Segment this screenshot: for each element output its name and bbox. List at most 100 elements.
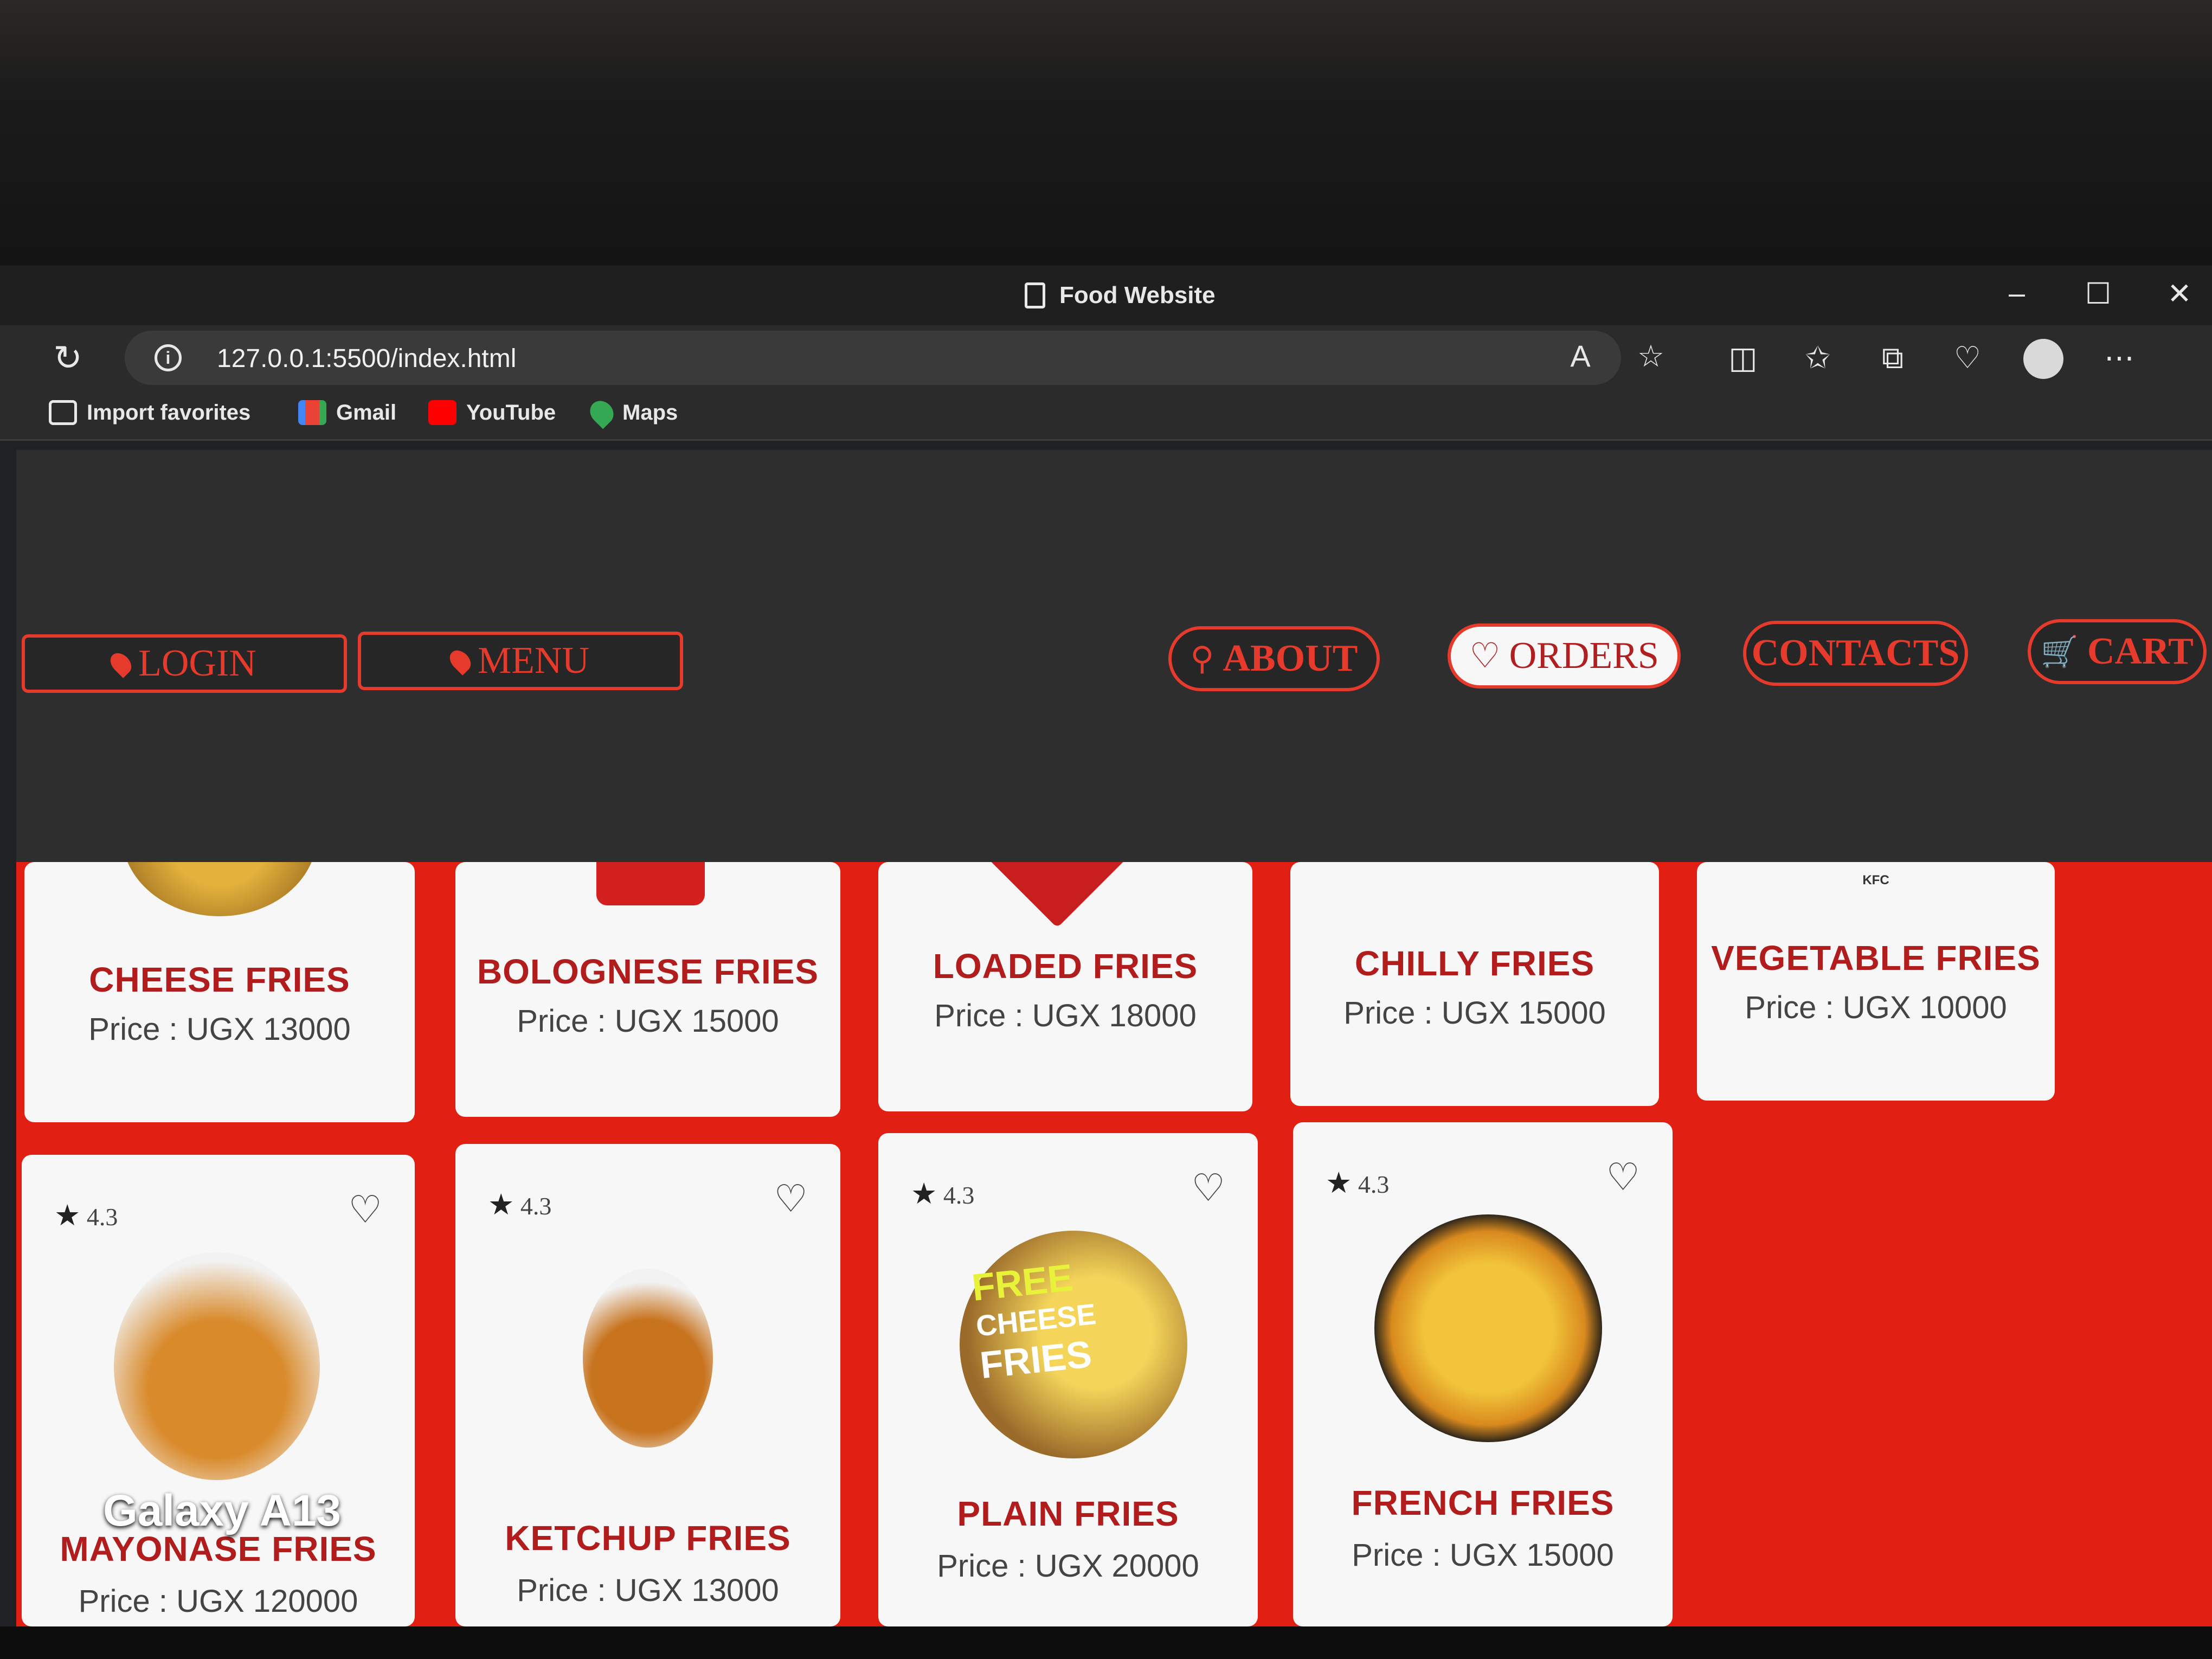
contacts-label: CONTACTS: [1751, 632, 1960, 674]
food-image: [114, 1252, 320, 1480]
favorite-heart-icon[interactable]: ♡: [1606, 1155, 1640, 1199]
favorite-heart-icon[interactable]: ♡: [774, 1176, 808, 1221]
star-icon: ★: [488, 1188, 515, 1221]
maps-icon: [585, 396, 619, 429]
more-options-icon[interactable]: ⋯: [2100, 339, 2138, 377]
menu-card[interactable]: KFC VEGETABLE FRIES Price : UGX 10000: [1697, 862, 2055, 1101]
web-page: LOGIN MENU ⚲ ABOUT ♡ ORDERS CONTACTS 🛒 C…: [16, 450, 2212, 1626]
rating: ★ 4.3: [911, 1176, 974, 1211]
menu-button[interactable]: MENU: [358, 632, 683, 690]
address-bar-actions: A ☆: [1561, 337, 1670, 375]
read-aloud-icon[interactable]: A: [1561, 337, 1599, 375]
item-name: PLAIN FRIES: [957, 1494, 1179, 1533]
login-button[interactable]: LOGIN: [22, 634, 347, 693]
camera-watermark: Galaxy A13: [103, 1486, 342, 1535]
food-image: [1374, 1214, 1602, 1442]
window-controls: – ☐ ✕: [2001, 276, 2212, 311]
browser-essentials-icon[interactable]: ♡: [1949, 339, 1986, 377]
minimize-button[interactable]: –: [2001, 276, 2033, 311]
favorites-icon[interactable]: ✩: [1799, 339, 1837, 377]
bookmark-youtube[interactable]: YouTube: [428, 400, 556, 425]
kfc-logo: KFC: [1862, 873, 1889, 888]
item-price: Price : UGX 13000: [88, 1012, 351, 1047]
menu-card[interactable]: BOLOGNESE FRIES Price : UGX 15000: [455, 862, 840, 1117]
promo-line: FRIES: [978, 1333, 1094, 1387]
about-button[interactable]: ⚲ ABOUT: [1168, 626, 1380, 691]
food-image: [596, 862, 705, 905]
menu-card[interactable]: ★ 4.3 ♡ FREE CHEESE FRIES PLAIN FRIES Pr…: [878, 1133, 1258, 1626]
rating: ★ 4.3: [1326, 1166, 1389, 1200]
favorite-heart-icon[interactable]: ♡: [1191, 1166, 1225, 1210]
rating-value: 4.3: [943, 1181, 975, 1209]
bookmark-label: Gmail: [336, 400, 397, 425]
cart-button[interactable]: 🛒 CART: [2028, 619, 2207, 684]
rating-value: 4.3: [1358, 1171, 1390, 1198]
bookmark-maps[interactable]: Maps: [585, 396, 678, 429]
orders-label: ORDERS: [1509, 635, 1659, 677]
star-icon: ★: [911, 1178, 937, 1210]
heart-icon: ♡: [1469, 636, 1501, 675]
rating: ★ 4.3: [54, 1198, 118, 1232]
location-pin-icon: [106, 649, 136, 678]
address-bar[interactable]: i 127.0.0.1:5500/index.html: [125, 331, 1621, 385]
bookmark-gmail[interactable]: Gmail: [298, 400, 396, 425]
bookmark-import-favorites[interactable]: Import favorites: [49, 400, 250, 425]
item-name: CHEESE FRIES: [89, 960, 350, 999]
menu-card[interactable]: CHEESE FRIES Price : UGX 13000: [24, 862, 415, 1122]
split-screen-icon[interactable]: ◫: [1724, 339, 1762, 377]
photo-background: [0, 0, 2212, 266]
title-bar: Food Website – ☐ ✕: [0, 266, 2212, 325]
window-title-text: Food Website: [1059, 282, 1216, 308]
favorite-heart-icon[interactable]: ♡: [348, 1187, 382, 1232]
item-price: Price : UGX 15000: [1352, 1538, 1614, 1573]
food-image: [583, 1269, 713, 1448]
url-text[interactable]: 127.0.0.1:5500/index.html: [217, 344, 516, 374]
contacts-button[interactable]: CONTACTS: [1743, 621, 1968, 686]
cart-label: CART: [2087, 631, 2194, 672]
rating-value: 4.3: [520, 1192, 552, 1220]
item-price: Price : UGX 20000: [937, 1548, 1199, 1584]
item-price: Price : UGX 13000: [517, 1573, 779, 1608]
folder-import-icon: [49, 400, 77, 425]
window-title: Food Website: [1025, 276, 1216, 314]
menu-label: MENU: [477, 640, 590, 681]
document-icon: [1025, 282, 1045, 308]
item-price: Price : UGX 10000: [1745, 990, 2007, 1025]
food-image: [980, 862, 1134, 928]
item-name: KETCHUP FRIES: [505, 1519, 791, 1558]
item-price: Price : UGX 120000: [78, 1584, 358, 1619]
rating-value: 4.3: [86, 1203, 118, 1231]
favorite-star-icon[interactable]: ☆: [1632, 337, 1670, 375]
star-icon: ★: [1326, 1167, 1352, 1199]
food-image: FREE CHEESE FRIES: [960, 1231, 1187, 1458]
toolbar-icons: ◫ ✩ ⧉ ♡ ⋯: [1724, 339, 2138, 379]
item-price: Price : UGX 15000: [517, 1004, 779, 1039]
food-image: [122, 862, 317, 916]
menu-card[interactable]: LOADED FRIES Price : UGX 18000: [878, 862, 1252, 1111]
monitor-bezel: [0, 1626, 2212, 1659]
item-name: BOLOGNESE FRIES: [477, 952, 819, 991]
item-price: Price : UGX 15000: [1343, 995, 1606, 1031]
menu-card[interactable]: ★ 4.3 ♡ FRENCH FRIES Price : UGX 15000: [1293, 1122, 1673, 1626]
close-button[interactable]: ✕: [2163, 276, 2196, 311]
collections-icon[interactable]: ⧉: [1874, 339, 1912, 377]
bookmark-label: YouTube: [466, 400, 556, 425]
menu-card[interactable]: CHILLY FRIES Price : UGX 15000: [1290, 862, 1659, 1106]
about-label: ABOUT: [1223, 638, 1358, 679]
profile-avatar[interactable]: [2023, 339, 2063, 379]
promo-text: FREE CHEESE FRIES: [970, 1256, 1098, 1387]
login-label: LOGIN: [138, 642, 256, 684]
youtube-icon: [428, 400, 456, 425]
location-pin-icon: [446, 646, 475, 676]
item-name: FRENCH FRIES: [1351, 1483, 1615, 1522]
orders-button[interactable]: ♡ ORDERS: [1448, 623, 1681, 689]
menu-section: CHEESE FRIES Price : UGX 13000 BOLOGNESE…: [16, 862, 2212, 1626]
menu-card[interactable]: ★ 4.3 ♡ MAYONASE FRIES Price : UGX 12000…: [22, 1155, 415, 1626]
site-info-icon[interactable]: i: [155, 344, 182, 371]
maximize-button[interactable]: ☐: [2082, 276, 2114, 311]
reload-icon[interactable]: ↻: [49, 339, 87, 377]
star-icon: ★: [54, 1199, 81, 1232]
gmail-icon: [298, 400, 326, 425]
menu-card[interactable]: ★ 4.3 ♡ KETCHUP FRIES Price : UGX 13000: [455, 1144, 840, 1626]
item-price: Price : UGX 18000: [934, 998, 1197, 1033]
